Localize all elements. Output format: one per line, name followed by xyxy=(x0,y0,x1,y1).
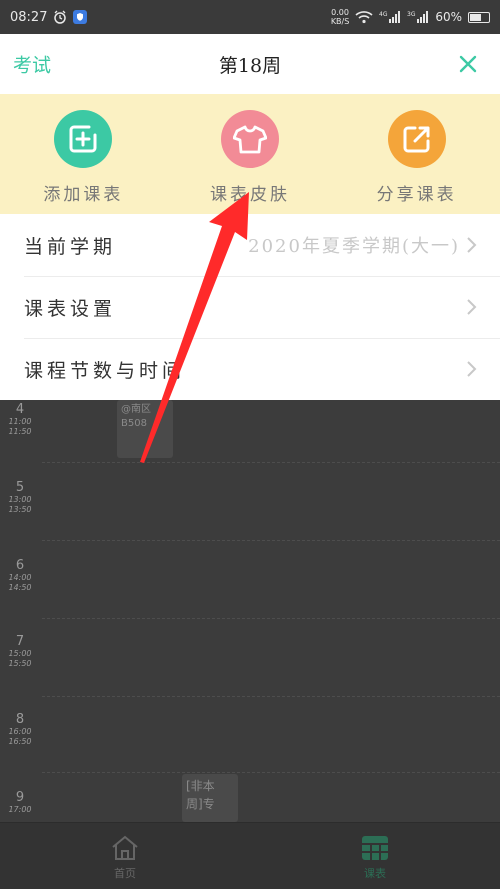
period-end: 15:50 xyxy=(8,659,32,668)
current-semester-label: 当前学期 xyxy=(24,235,117,258)
course-location: @南区 xyxy=(121,404,151,415)
status-time: 08:27 xyxy=(10,9,48,25)
period-end: 14:50 xyxy=(8,583,32,592)
row-divider xyxy=(42,618,500,619)
period-number: 4 xyxy=(15,402,25,417)
net-speed-unit: KB/S xyxy=(330,17,350,26)
period-8: 8 16:00 16:50 xyxy=(0,712,40,747)
period-6: 6 14:00 14:50 xyxy=(0,558,40,593)
row-divider xyxy=(42,462,500,463)
course-title-cont: 周]专 xyxy=(186,797,215,811)
chevron-right-icon xyxy=(467,299,477,315)
nav-timetable[interactable]: 课表 xyxy=(250,823,500,889)
signal-3g-label: 3G xyxy=(407,11,416,18)
share-icon xyxy=(387,110,446,168)
wifi-icon xyxy=(355,10,373,24)
status-bar: 08:27 0.00 KB/S 4G 3G 60% xyxy=(0,0,500,34)
period-7: 7 15:00 15:50 xyxy=(0,634,40,669)
period-number: 8 xyxy=(15,712,25,727)
net-speed-value: 0.00 xyxy=(331,8,349,17)
battery-percent: 60% xyxy=(435,10,462,24)
settings-list: 当前学期 2020年夏季学期(大一) 课表设置 课程节数与时间 xyxy=(0,214,500,400)
period-number: 6 xyxy=(15,558,25,573)
bottom-nav: 首页 课表 xyxy=(0,822,500,889)
signal-4g-label: 4G xyxy=(379,11,388,18)
add-calendar-icon xyxy=(54,110,113,168)
period-start: 11:00 xyxy=(8,417,32,426)
header: 考试 第18周 xyxy=(0,34,500,94)
timetable-settings-row[interactable]: 课表设置 xyxy=(0,276,500,338)
timetable-background: 4 11:00 11:50 5 13:00 13:50 6 14:00 14:5… xyxy=(0,400,500,822)
add-timetable-button[interactable]: 添加课表 xyxy=(0,94,167,214)
period-end: 16:50 xyxy=(8,737,32,746)
period-start: 14:00 xyxy=(8,573,32,582)
action-panel: 添加课表 课表皮肤 分享课表 xyxy=(0,94,500,214)
period-5: 5 13:00 13:50 xyxy=(0,480,40,515)
periods-time-label: 课程节数与时间 xyxy=(24,359,186,382)
timetable-skin-label: 课表皮肤 xyxy=(210,185,290,205)
course-card[interactable]: @南区 B508 xyxy=(117,400,173,458)
current-semester-value: 2020年夏季学期(大一) xyxy=(248,236,460,257)
timetable-icon xyxy=(362,836,388,860)
period-start: 13:00 xyxy=(8,495,32,504)
share-timetable-button[interactable]: 分享课表 xyxy=(333,94,500,214)
signal-3g-icon: 3G xyxy=(407,10,429,24)
chevron-right-icon xyxy=(467,237,477,253)
home-icon xyxy=(112,835,138,860)
period-end: 11:50 xyxy=(8,427,32,436)
share-timetable-label: 分享课表 xyxy=(376,185,457,205)
course-room: B508 xyxy=(121,418,147,429)
row-divider xyxy=(42,772,500,773)
period-number: 5 xyxy=(15,480,25,495)
signal-4g-icon: 4G xyxy=(379,10,401,24)
course-title: [非本 xyxy=(186,779,215,793)
period-start: 15:00 xyxy=(8,649,32,658)
shield-icon xyxy=(73,10,88,24)
row-divider xyxy=(42,696,500,697)
row-divider xyxy=(42,540,500,541)
nav-timetable-label: 课表 xyxy=(364,867,386,880)
alarm-icon xyxy=(53,10,67,24)
period-end: 13:50 xyxy=(8,505,32,514)
course-card[interactable]: [非本 周]专 xyxy=(182,774,238,822)
timetable-settings-label: 课表设置 xyxy=(24,297,117,320)
periods-time-row[interactable]: 课程节数与时间 xyxy=(0,338,500,400)
add-timetable-label: 添加课表 xyxy=(43,185,124,205)
week-title: 第18周 xyxy=(218,54,282,77)
chevron-right-icon xyxy=(467,361,477,377)
close-icon xyxy=(459,55,477,73)
tshirt-icon xyxy=(221,110,279,168)
period-start: 17:00 xyxy=(8,805,32,814)
timetable-skin-button[interactable]: 课表皮肤 xyxy=(167,94,334,214)
period-number: 9 xyxy=(15,790,25,805)
battery-icon xyxy=(468,11,490,23)
period-start: 16:00 xyxy=(8,727,32,736)
nav-home-label: 首页 xyxy=(114,867,136,880)
period-number: 7 xyxy=(15,634,25,649)
current-semester-row[interactable]: 当前学期 2020年夏季学期(大一) xyxy=(0,214,500,276)
net-speed: 0.00 KB/S xyxy=(331,8,350,26)
nav-home[interactable]: 首页 xyxy=(0,823,250,889)
period-9: 9 17:00 xyxy=(0,790,40,815)
close-button[interactable] xyxy=(458,54,478,74)
period-4: 4 11:00 11:50 xyxy=(0,402,40,437)
